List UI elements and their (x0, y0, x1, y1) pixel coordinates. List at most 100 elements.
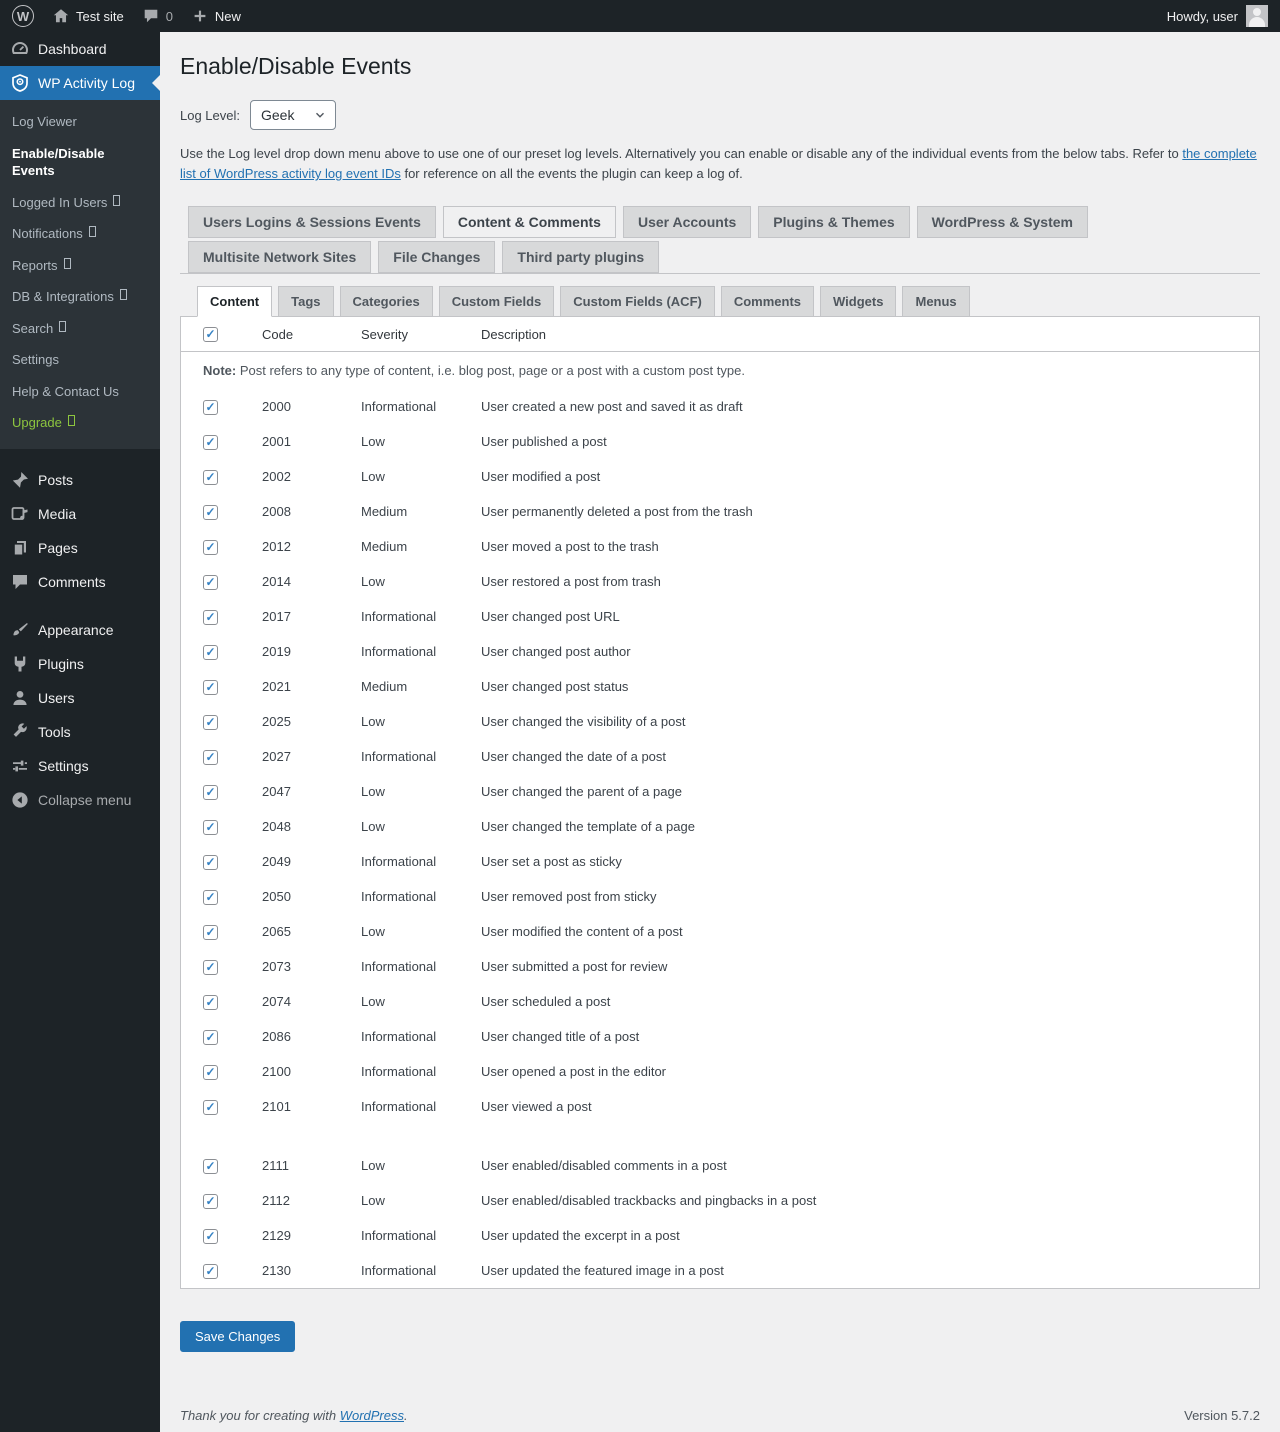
row-checkbox[interactable]: ✓ (203, 820, 218, 835)
row-checkbox[interactable]: ✓ (203, 960, 218, 975)
subtab-custom-fields-acf[interactable]: Custom Fields (ACF) (560, 286, 715, 317)
row-checkbox[interactable]: ✓ (203, 680, 218, 695)
sidebar-item-posts[interactable]: Posts (0, 463, 160, 497)
row-checkbox[interactable]: ✓ (203, 575, 218, 590)
row-checkbox[interactable]: ✓ (203, 890, 218, 905)
sidebar-item-pages[interactable]: Pages (0, 531, 160, 565)
event-description: User changed the parent of a page (481, 774, 1259, 809)
sidebar-item-media[interactable]: Media (0, 497, 160, 531)
event-description: User changed the template of a page (481, 809, 1259, 844)
log-level-select[interactable]: Geek (250, 100, 336, 130)
sidebar-item-plugins[interactable]: Plugins (0, 647, 160, 681)
row-checkbox[interactable]: ✓ (203, 715, 218, 730)
row-checkbox[interactable]: ✓ (203, 1194, 218, 1209)
tab-third-party-plugins[interactable]: Third party plugins (502, 241, 659, 273)
comments-count: 0 (166, 9, 173, 24)
row-checkbox[interactable]: ✓ (203, 855, 218, 870)
sidebar-subitem-reports[interactable]: Reports (0, 250, 160, 282)
subtab-content[interactable]: Content (197, 286, 272, 317)
tools-icon (10, 722, 30, 742)
tab-plugins-themes[interactable]: Plugins & Themes (758, 206, 909, 238)
sidebar-item-settings[interactable]: Settings (0, 749, 160, 783)
sidebar-item-appearance[interactable]: Appearance (0, 613, 160, 647)
subtab-tags[interactable]: Tags (278, 286, 333, 317)
missing-glyph-box-icon (64, 258, 71, 269)
tab-wordpress-system[interactable]: WordPress & System (917, 206, 1088, 238)
sidebar-item-dashboard[interactable]: Dashboard (0, 32, 160, 66)
row-checkbox[interactable]: ✓ (203, 645, 218, 660)
wordpress-menu[interactable]: W (12, 5, 34, 27)
sidebar-subitem-label: Notifications (12, 225, 83, 243)
save-changes-button[interactable]: Save Changes (180, 1321, 295, 1352)
note-label: Note: (203, 363, 236, 378)
tab-file-changes[interactable]: File Changes (378, 241, 495, 273)
event-code: 2049 (262, 844, 361, 879)
row-checkbox[interactable]: ✓ (203, 610, 218, 625)
row-checkbox[interactable]: ✓ (203, 995, 218, 1010)
wordpress-link[interactable]: WordPress (340, 1408, 404, 1423)
sidebar-item-label: Plugins (38, 656, 84, 673)
sidebar-subitem-db-integrations[interactable]: DB & Integrations (0, 281, 160, 313)
row-checkbox[interactable]: ✓ (203, 470, 218, 485)
admin-bar: W Test site 0 New Howdy, user (0, 0, 1280, 32)
tab-multisite-network-sites[interactable]: Multisite Network Sites (188, 241, 371, 273)
sidebar-subitem-log-viewer[interactable]: Log Viewer (0, 106, 160, 138)
row-checkbox[interactable]: ✓ (203, 750, 218, 765)
select-all-checkbox[interactable]: ✓ (203, 327, 218, 342)
row-checkbox[interactable]: ✓ (203, 435, 218, 450)
site-name-menu[interactable]: Test site (52, 7, 124, 25)
event-description: User scheduled a post (481, 984, 1259, 1019)
comments-menu[interactable]: 0 (142, 7, 173, 25)
row-checkbox[interactable]: ✓ (203, 540, 218, 555)
sidebar-subitem-enable-disable-events[interactable]: Enable/Disable Events (0, 138, 160, 187)
sidebar-subitem-help-contact-us[interactable]: Help & Contact Us (0, 376, 160, 408)
missing-glyph-box-icon (120, 289, 127, 300)
sidebar-subitem-logged-in-users[interactable]: Logged In Users (0, 187, 160, 219)
table-row: ✓2065LowUser modified the content of a p… (181, 914, 1259, 949)
sidebar-item-comments[interactable]: Comments (0, 565, 160, 599)
sidebar-subitem-notifications[interactable]: Notifications (0, 218, 160, 250)
subtab-custom-fields[interactable]: Custom Fields (439, 286, 555, 317)
table-row: ✓2100InformationalUser opened a post in … (181, 1054, 1259, 1089)
sidebar-item-label: Collapse menu (38, 792, 131, 809)
row-checkbox[interactable]: ✓ (203, 505, 218, 520)
new-menu[interactable]: New (191, 7, 241, 25)
sidebar-subitem-settings[interactable]: Settings (0, 344, 160, 376)
sidebar-subitem-search[interactable]: Search (0, 313, 160, 345)
sidebar-subitem-upgrade[interactable]: Upgrade (0, 407, 160, 439)
plugins-icon (10, 654, 30, 674)
event-severity: Informational (361, 1054, 481, 1089)
row-checkbox[interactable]: ✓ (203, 1229, 218, 1244)
tab-users-logins-sessions-events[interactable]: Users Logins & Sessions Events (188, 206, 436, 238)
row-checkbox[interactable]: ✓ (203, 1264, 218, 1279)
table-row: ✓2001LowUser published a post (181, 424, 1259, 459)
row-checkbox[interactable]: ✓ (203, 1030, 218, 1045)
table-row: ✓2008MediumUser permanently deleted a po… (181, 494, 1259, 529)
sidebar-item-collapse-menu[interactable]: Collapse menu (0, 783, 160, 817)
event-code: 2048 (262, 809, 361, 844)
row-checkbox[interactable]: ✓ (203, 1100, 218, 1115)
table-row: ✓2112LowUser enabled/disabled trackbacks… (181, 1183, 1259, 1218)
sidebar-item-wp-activity-log[interactable]: WP Activity Log (0, 66, 160, 100)
subtab-widgets[interactable]: Widgets (820, 286, 896, 317)
sidebar-item-tools[interactable]: Tools (0, 715, 160, 749)
sidebar-item-users[interactable]: Users (0, 681, 160, 715)
howdy-text[interactable]: Howdy, user (1167, 9, 1238, 24)
row-checkbox[interactable]: ✓ (203, 925, 218, 940)
user-avatar[interactable] (1246, 5, 1268, 27)
missing-glyph-box-icon (89, 226, 96, 237)
event-code: 2002 (262, 459, 361, 494)
subtab-menus[interactable]: Menus (902, 286, 969, 317)
tab-content-comments[interactable]: Content & Comments (443, 206, 616, 238)
subtab-categories[interactable]: Categories (340, 286, 433, 317)
page-title: Enable/Disable Events (180, 52, 1260, 84)
row-checkbox[interactable]: ✓ (203, 400, 218, 415)
row-checkbox[interactable]: ✓ (203, 785, 218, 800)
row-checkbox[interactable]: ✓ (203, 1159, 218, 1174)
subtab-comments[interactable]: Comments (721, 286, 814, 317)
event-code: 2000 (262, 389, 361, 424)
table-row: ✓2048LowUser changed the template of a p… (181, 809, 1259, 844)
sidebar-subitem-label: DB & Integrations (12, 288, 114, 306)
row-checkbox[interactable]: ✓ (203, 1065, 218, 1080)
tab-user-accounts[interactable]: User Accounts (623, 206, 751, 238)
